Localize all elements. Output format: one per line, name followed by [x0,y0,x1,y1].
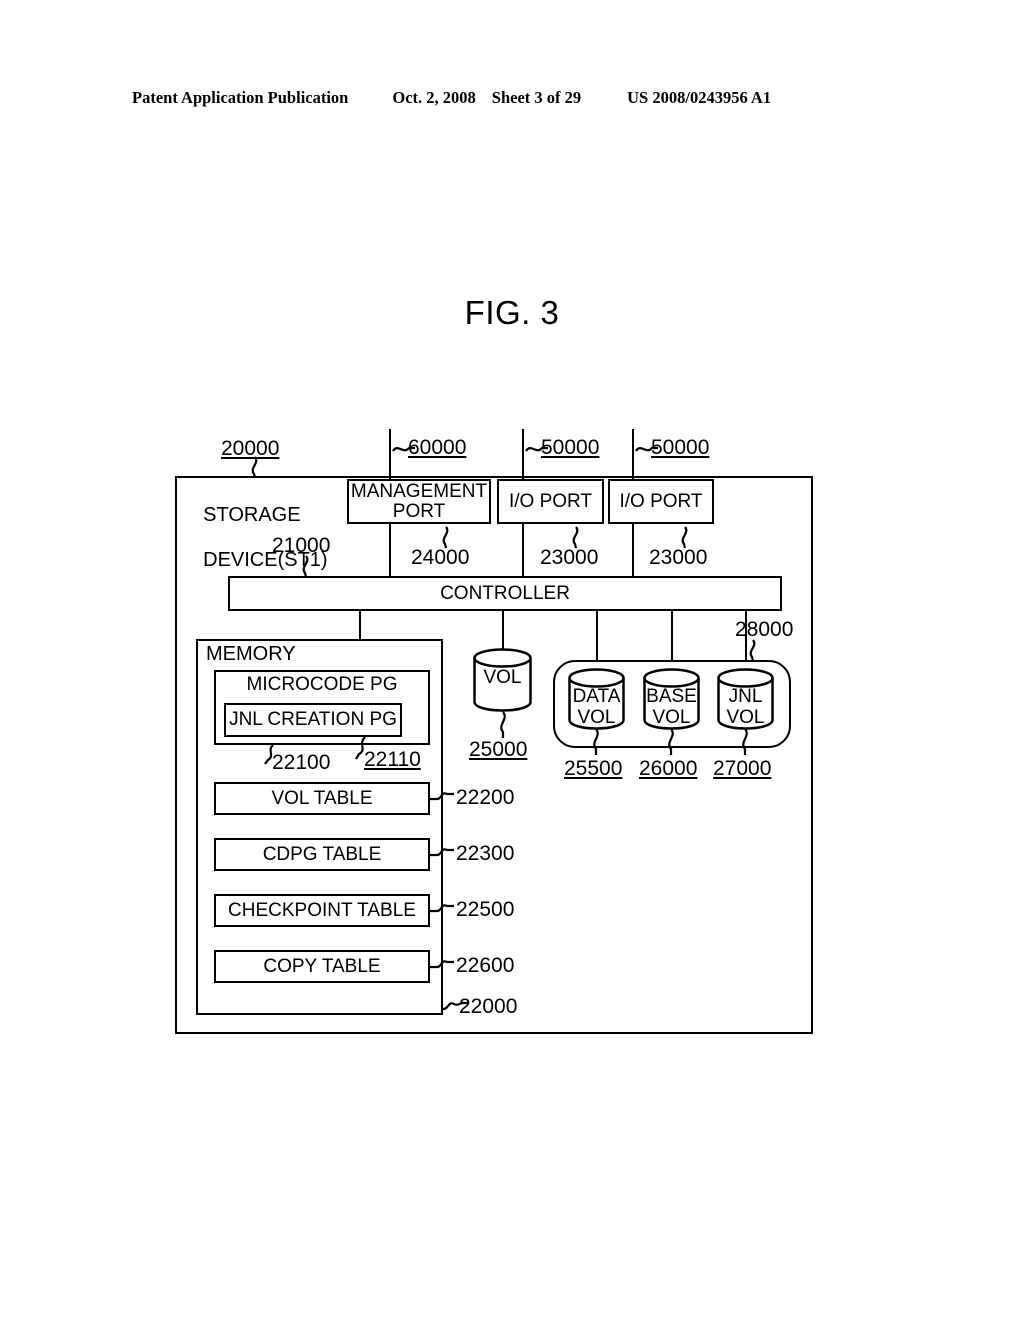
copy-table-box[interactable]: COPY TABLE [214,950,430,983]
jnl-vol-label-line2: VOL [726,706,765,728]
ref-jnl-creation-pg: 22110 [364,748,421,771]
checkpoint-table-label: CHECKPOINT TABLE [228,899,416,921]
ref-memory: 22000 [459,995,518,1018]
patent-number: US 2008/0243956 A1 [627,88,772,107]
leader-ref-22300 [430,848,454,857]
leader-ref-22600 [430,960,454,969]
ref-checkpoint-table: 22500 [456,898,515,921]
data-vol-label-line1: DATA [572,686,621,707]
vol-table-label: VOL TABLE [271,787,373,809]
io-port-1-box[interactable]: I/O PORT [497,479,604,524]
ref-io-port-1-bottom: 23000 [540,546,599,569]
jnl-vol-label-line1: JNL [728,686,763,707]
leader-ref-22500 [430,904,454,913]
ref-data-vol: 25500 [564,757,623,780]
data-vol-label-line2: VOL [577,706,616,728]
io-port-2-label: I/O PORT [619,490,703,512]
management-port-label-line1: MANAGEMENT [350,480,488,502]
ref-jnl-vol: 27000 [713,757,772,780]
base-vol-cylinder[interactable]: BASE VOL [643,668,700,730]
memory-label: MEMORY [206,643,296,665]
jnl-vol-cylinder[interactable]: JNL VOL [717,668,774,730]
jnl-vol-label: JNL VOL [717,686,774,728]
ref-io-port-1-top: 50000 [541,436,600,459]
ref-management-port-top: 60000 [408,436,467,459]
io-port-1-label: I/O PORT [508,490,593,512]
ref-controller: 21000 [272,534,331,557]
ref-io-port-2-bottom: 23000 [649,546,708,569]
ref-copy-table: 22600 [456,954,515,977]
cdpg-table-label: CDPG TABLE [262,843,382,865]
ref-io-port-2-top: 50000 [651,436,710,459]
checkpoint-table-box[interactable]: CHECKPOINT TABLE [214,894,430,927]
leader-ref-27000 [742,728,748,755]
connector-management-port-top [389,429,391,481]
connector-io-port-2-bottom [632,524,634,577]
figure-title: FIG. 3 [464,294,560,331]
ref-vol-table: 22200 [456,786,515,809]
controller-box[interactable]: CONTROLLER [228,576,782,611]
data-vol-cylinder[interactable]: DATA VOL [568,668,625,730]
leader-ref-22200 [430,792,454,801]
ref-cdpg-table: 22300 [456,842,515,865]
management-port-label-line2: PORT [392,500,446,522]
jnl-creation-pg-box[interactable]: JNL CREATION PG [224,703,402,737]
publication-header: Patent Application Publication Oct. 2, 2… [132,88,892,112]
sheet-number: Sheet 3 of 29 [491,88,582,107]
leader-ref-25500 [593,728,599,755]
management-port-box[interactable]: MANAGEMENT PORT [347,479,491,524]
storage-device-label-line1: STORAGE [203,504,301,527]
controller-label: CONTROLLER [440,582,570,604]
ref-base-vol: 26000 [639,757,698,780]
jnl-creation-pg-label: JNL CREATION PG [229,709,397,731]
leader-ref-28000 [749,639,756,662]
copy-table-label: COPY TABLE [263,955,381,977]
leader-ref-26000 [668,728,674,755]
publication-title: Patent Application Publication [132,88,349,107]
ref-management-port-bottom: 24000 [411,546,470,569]
leader-ref-21000 [302,555,309,578]
base-vol-label-line2: VOL [652,706,691,728]
ref-standalone-volume: 25000 [469,738,528,761]
io-port-2-box[interactable]: I/O PORT [608,479,714,524]
connector-management-port-bottom [389,524,391,577]
ref-microcode-pg: 22100 [272,751,331,774]
vol-cylinder[interactable]: VOL [473,648,532,712]
cdpg-table-box[interactable]: CDPG TABLE [214,838,430,871]
connector-io-port-1-bottom [522,524,524,577]
data-vol-label: DATA VOL [568,686,625,728]
base-vol-label-line1: BASE [646,686,697,707]
base-vol-label: BASE VOL [643,686,700,728]
vol-cylinder-label: VOL [483,667,522,688]
microcode-pg-label: MICROCODE PG [246,674,398,695]
connector-io-port-1-top [522,429,524,481]
connector-controller-vol [502,611,504,652]
leader-ref-25000 [500,711,506,738]
connector-io-port-2-top [632,429,634,481]
vol-table-box[interactable]: VOL TABLE [214,782,430,815]
connector-controller-memory [359,611,361,640]
publication-date: Oct. 2, 2008 [392,88,476,107]
ref-volume-group: 28000 [735,618,794,641]
